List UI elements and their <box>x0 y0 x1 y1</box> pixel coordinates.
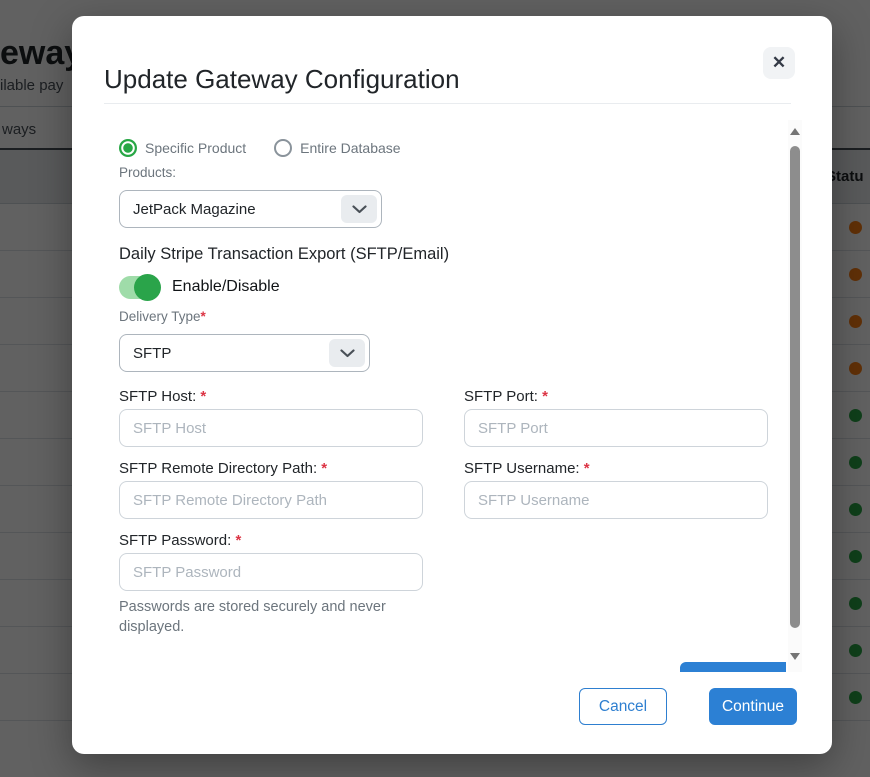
sftp-fields-grid: SFTP Host: * SFTP Port: * SFTP Remote Di… <box>119 388 770 591</box>
required-asterisk: * <box>542 388 548 405</box>
chevron-down-icon[interactable] <box>341 195 377 223</box>
sftp-port-field: SFTP Port: * <box>464 388 768 447</box>
toggle-knob <box>134 274 161 301</box>
sftp-port-input[interactable] <box>464 409 768 447</box>
products-select-value: JetPack Magazine <box>133 201 256 218</box>
modal-scrollbar[interactable] <box>788 120 802 672</box>
section-heading: Daily Stripe Transaction Export (SFTP/Em… <box>119 245 770 264</box>
scope-radio-specific-product[interactable] <box>119 139 137 157</box>
sftp-username-label: SFTP Username: * <box>464 460 768 477</box>
cancel-button[interactable]: Cancel <box>579 688 667 725</box>
scrollbar-thumb[interactable] <box>790 146 800 628</box>
required-asterisk: * <box>321 460 327 477</box>
enable-toggle-label: Enable/Disable <box>172 278 280 296</box>
scroll-down-icon[interactable] <box>790 653 800 660</box>
sftp-remote-directory-field: SFTP Remote Directory Path: * <box>119 460 423 519</box>
modal-scroll-area: Specific Product Entire Database Product… <box>72 120 786 672</box>
required-asterisk: * <box>584 460 590 477</box>
products-select[interactable]: JetPack Magazine <box>119 190 382 228</box>
sftp-host-field: SFTP Host: * <box>119 388 423 447</box>
required-asterisk: * <box>201 309 206 324</box>
update-gateway-configuration-modal: Update Gateway Configuration ✕ Specific … <box>72 16 832 754</box>
password-note: Passwords are stored securely and never … <box>119 597 399 637</box>
continue-button[interactable]: Continue <box>709 688 797 725</box>
sftp-host-input[interactable] <box>119 409 423 447</box>
delivery-type-value: SFTP <box>133 345 171 362</box>
modal-header-divider <box>104 103 791 104</box>
scope-radio-group: Specific Product Entire Database <box>119 139 770 157</box>
required-asterisk: * <box>235 532 241 549</box>
modal-footer: Cancel Continue <box>72 688 832 725</box>
sftp-port-label: SFTP Port: * <box>464 388 768 405</box>
required-asterisk: * <box>200 388 206 405</box>
sftp-host-label: SFTP Host: * <box>119 388 423 405</box>
scope-radio-label[interactable]: Entire Database <box>300 140 400 156</box>
sftp-password-input[interactable] <box>119 553 423 591</box>
enable-toggle[interactable] <box>119 276 159 299</box>
modal-title: Update Gateway Configuration <box>104 64 460 95</box>
sftp-remote-directory-label: SFTP Remote Directory Path: * <box>119 460 423 477</box>
chevron-down-icon[interactable] <box>329 339 365 367</box>
sftp-username-field: SFTP Username: * <box>464 460 768 519</box>
products-label: Products: <box>119 165 770 180</box>
scroll-up-icon[interactable] <box>790 128 800 135</box>
sftp-remote-directory-input[interactable] <box>119 481 423 519</box>
scope-radio-label[interactable]: Specific Product <box>145 140 246 156</box>
enable-toggle-row: Enable/Disable <box>119 273 770 301</box>
close-icon[interactable]: ✕ <box>763 47 795 79</box>
sftp-password-field: SFTP Password: * <box>119 532 423 591</box>
sftp-password-label: SFTP Password: * <box>119 532 423 549</box>
delivery-type-select[interactable]: SFTP <box>119 334 370 372</box>
sftp-username-input[interactable] <box>464 481 768 519</box>
delivery-type-label: Delivery Type* <box>119 309 770 324</box>
view-test-file-button[interactable]: View Test File <box>680 662 786 672</box>
scope-radio-entire-database[interactable] <box>274 139 292 157</box>
